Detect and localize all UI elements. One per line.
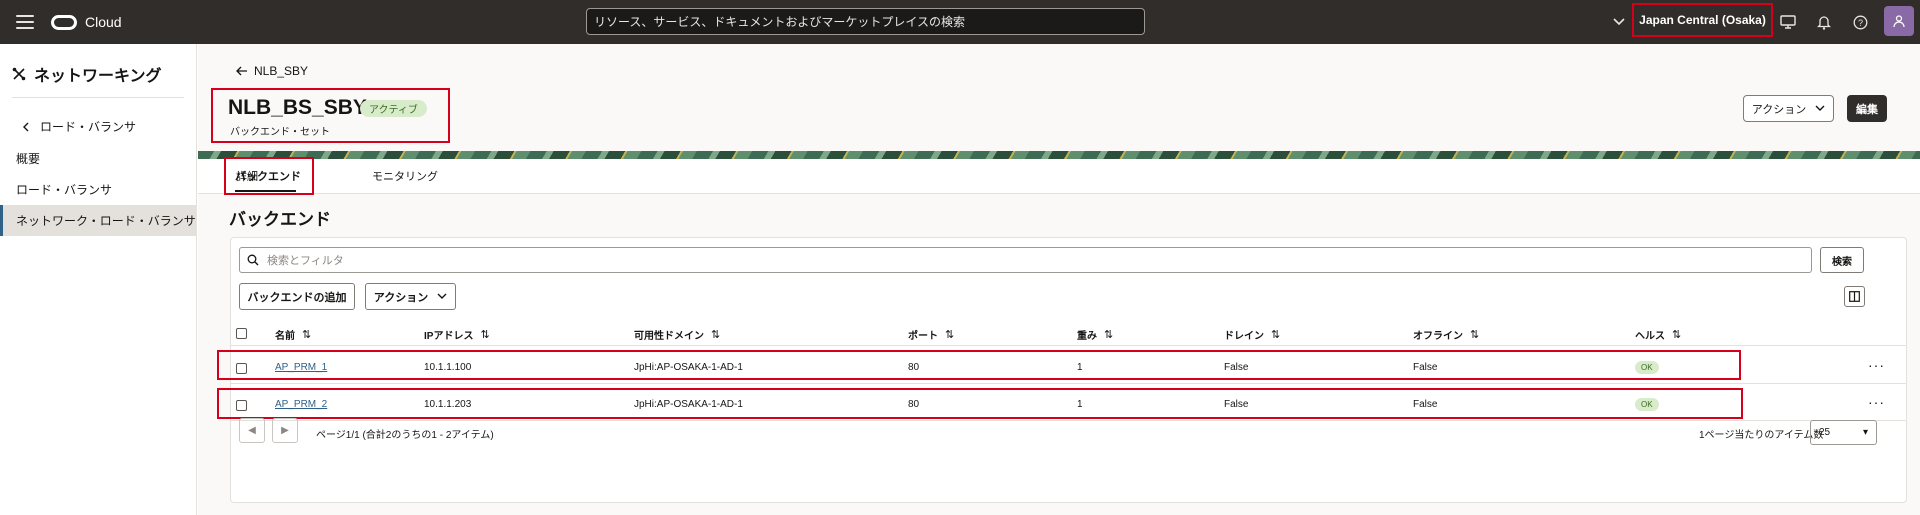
sort-icon: ⇅ <box>1104 329 1114 341</box>
sidebar-item-label: ロード・バランサ <box>16 183 113 197</box>
menu-icon[interactable] <box>16 13 34 31</box>
global-search-input[interactable]: リソース、サービス、ドキュメントおよびマーケットプレイスの検索 <box>586 8 1145 35</box>
column-header-port[interactable]: ポート ⇅ <box>908 327 954 342</box>
next-page-button[interactable]: ▶ <box>272 418 298 443</box>
add-backend-button[interactable]: バックエンドの追加 <box>239 283 355 310</box>
breadcrumb[interactable]: NLB_SBY <box>236 64 308 78</box>
status-badge: アクティブ <box>360 100 427 117</box>
tab-monitoring[interactable]: モニタリング <box>372 159 438 193</box>
column-header-health[interactable]: ヘルス ⇅ <box>1635 327 1681 342</box>
items-per-page-select[interactable]: 25 ▾ <box>1810 420 1877 445</box>
pagination: ◀ ▶ ページ1/1 (合計2のうちの1 - 2アイテム) 1ページ当たりのアイ… <box>231 412 1906 446</box>
column-label: ヘルス <box>1635 331 1665 342</box>
tab-bar: 詳細 <box>198 159 1920 194</box>
network-icon <box>12 67 26 81</box>
sort-icon: ⇅ <box>302 329 312 341</box>
sidebar-item-overview[interactable]: 概要 <box>0 143 197 174</box>
column-header-ip[interactable]: IPアドレス ⇅ <box>424 327 490 342</box>
table-actions-button[interactable]: アクション <box>365 283 456 310</box>
sidebar-item-load-balancer[interactable]: ロード・バランサ <box>0 174 197 205</box>
sidebar-item-label: ネットワーク・ロード・バランサ <box>16 214 196 228</box>
more-icon[interactable]: ··· <box>1868 394 1885 410</box>
decorative-banner <box>198 151 1920 159</box>
page-subtitle: バックエンド・セット <box>230 127 330 138</box>
items-per-page-label: 1ページ当たりのアイテム数 <box>1699 430 1824 441</box>
column-header-weight[interactable]: 重み ⇅ <box>1077 327 1113 342</box>
backends-panel: 検索とフィルタ 検索 バックエンドの追加 アクション 名前 ⇅ IPアドレス ⇅ 可… <box>217 237 1907 503</box>
chevron-down-icon <box>437 293 447 299</box>
oracle-cloud-logo[interactable]: Cloud <box>51 14 122 30</box>
sidebar-title: ネットワーキング <box>12 62 162 86</box>
chevron-down-icon[interactable] <box>1612 14 1626 28</box>
column-header-ad[interactable]: 可用性ドメイン ⇅ <box>634 327 720 342</box>
column-label: 可用性ドメイン <box>634 331 704 342</box>
select-all-checkbox[interactable] <box>236 328 247 339</box>
caret-down-icon: ▾ <box>1862 427 1868 438</box>
top-bar: Cloud リソース、サービス、ドキュメントおよびマーケットプレイスの検索 Ja… <box>0 0 1920 44</box>
column-label: 重み <box>1077 331 1097 342</box>
region-label: Japan Central (Osaka) <box>1639 13 1766 27</box>
oracle-logo-icon <box>51 14 77 30</box>
filter-placeholder: 検索とフィルタ <box>267 255 344 267</box>
chevron-left-icon <box>23 122 29 131</box>
svg-text:?: ? <box>1857 18 1862 28</box>
column-header-offline[interactable]: オフライン ⇅ <box>1413 327 1479 342</box>
sort-icon: ⇅ <box>711 329 721 341</box>
edit-button[interactable]: 編集 <box>1847 95 1887 122</box>
sidebar-divider <box>12 97 184 98</box>
column-label: ポート <box>908 331 938 342</box>
sidebar-title-label: ネットワーキング <box>34 68 162 85</box>
section-title: バックエンド <box>229 210 331 229</box>
pagination-summary: ページ1/1 (合計2のうちの1 - 2アイテム) <box>316 430 494 441</box>
header-actions-button[interactable]: アクション <box>1743 95 1834 122</box>
column-header-drain[interactable]: ドレイン ⇅ <box>1224 327 1280 342</box>
breadcrumb-label: NLB_SBY <box>254 64 309 78</box>
sidebar: ネットワーキング ロード・バランサ 概要 ロード・バランサ ネットワーク・ロード… <box>0 44 197 515</box>
prev-page-button[interactable]: ◀ <box>239 418 265 443</box>
global-search-placeholder: リソース、サービス、ドキュメントおよびマーケットプレイスの検索 <box>594 15 966 29</box>
row-highlight-box <box>217 350 1741 380</box>
chevron-down-icon <box>1815 105 1825 111</box>
column-label: IPアドレス <box>424 331 474 342</box>
main-content: NLB_SBY NLB_BS_SBY アクティブ バックエンド・セット アクショ… <box>198 44 1920 515</box>
sort-icon: ⇅ <box>1271 329 1281 341</box>
column-header-name[interactable]: 名前 ⇅ <box>275 327 311 342</box>
actions-label: アクション <box>1751 103 1807 116</box>
column-label: 名前 <box>275 331 295 342</box>
bell-icon[interactable] <box>1814 12 1834 32</box>
column-label: オフライン <box>1413 331 1463 342</box>
sidebar-back-link[interactable]: ロード・バランサ <box>22 118 136 135</box>
tab-highlight-box <box>224 157 314 195</box>
table-header: 名前 ⇅ IPアドレス ⇅ 可用性ドメイン ⇅ ポート ⇅ 重み ⇅ ドレイン ⇅ オフライ… <box>231 324 1906 346</box>
sidebar-item-label: 概要 <box>16 152 41 166</box>
columns-icon[interactable] <box>1844 286 1865 307</box>
sort-icon: ⇅ <box>480 329 490 341</box>
sidebar-item-network-load-balancer[interactable]: ネットワーク・ロード・バランサ <box>0 205 197 236</box>
page-title: NLB_BS_SBY <box>228 96 367 119</box>
more-icon[interactable]: ··· <box>1868 357 1885 373</box>
sort-icon: ⇅ <box>1470 329 1480 341</box>
sort-icon: ⇅ <box>1672 329 1682 341</box>
brand-label: Cloud <box>85 14 122 30</box>
sort-icon: ⇅ <box>945 329 955 341</box>
region-selector[interactable]: Japan Central (Osaka) <box>1632 3 1773 37</box>
user-icon <box>1893 15 1905 28</box>
actions-label: アクション <box>373 291 429 304</box>
back-arrow-icon <box>236 66 247 76</box>
filter-input[interactable]: 検索とフィルタ <box>239 247 1812 273</box>
cloud-shell-icon[interactable] <box>1778 12 1798 32</box>
search-icon <box>247 254 259 266</box>
search-button[interactable]: 検索 <box>1820 247 1864 273</box>
column-label: ドレイン <box>1224 331 1264 342</box>
items-per-page-value: 25 <box>1819 427 1831 438</box>
help-icon[interactable]: ? <box>1850 12 1870 32</box>
user-avatar[interactable] <box>1884 6 1914 36</box>
sidebar-back-label: ロード・バランサ <box>40 120 137 134</box>
